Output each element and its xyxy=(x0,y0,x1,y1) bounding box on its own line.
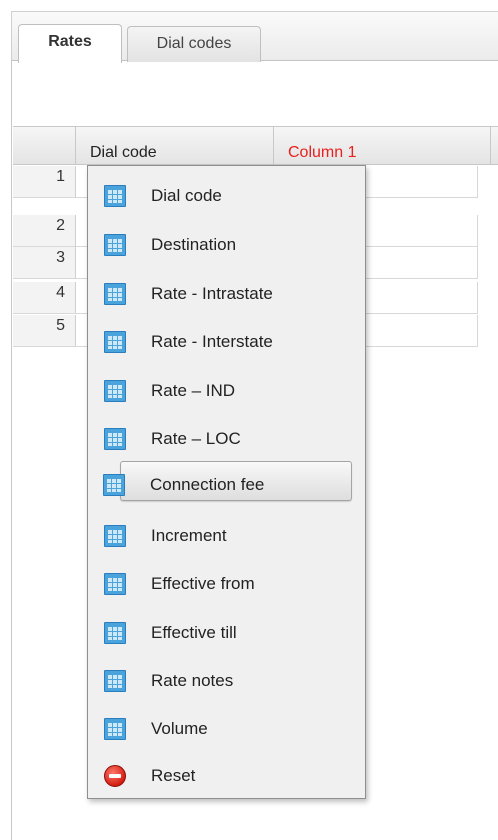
menu-item-label: Effective from xyxy=(151,574,255,593)
menu-item-effective-till[interactable]: Effective till xyxy=(90,610,363,650)
panel-border xyxy=(11,60,12,840)
menu-item-label: Dial code xyxy=(151,186,222,205)
tab-rates[interactable]: Rates xyxy=(18,24,122,63)
menu-item-label: Rate notes xyxy=(151,671,234,690)
table-icon xyxy=(104,718,126,740)
table-icon xyxy=(104,622,126,644)
menu-item-label: Rate - Interstate xyxy=(151,332,273,351)
table-icon xyxy=(103,474,125,496)
table-icon xyxy=(104,525,126,547)
row-number[interactable]: 1 xyxy=(13,166,76,198)
tab-dial-codes[interactable]: Dial codes xyxy=(127,26,261,62)
table-icon xyxy=(104,185,126,207)
table-icon xyxy=(104,331,126,353)
menu-item-label: Rate – LOC xyxy=(151,429,241,448)
table-icon xyxy=(104,428,126,450)
menu-item-rate-notes[interactable]: Rate notes xyxy=(90,658,363,698)
column-context-menu: Dial code Destination Rate - Intrastate … xyxy=(87,165,366,799)
tab-bar: Rates Dial codes xyxy=(11,11,498,63)
row-number[interactable]: 2 xyxy=(13,215,76,247)
table-icon xyxy=(104,670,126,692)
menu-item-connection-fee[interactable]: Connection fee xyxy=(103,461,352,501)
column-header-column-1[interactable]: Column 1 xyxy=(274,127,491,164)
grid-corner-cell xyxy=(13,127,76,164)
menu-item-rate-loc[interactable]: Rate – LOC xyxy=(90,416,363,456)
row-number[interactable]: 3 xyxy=(13,247,76,279)
menu-item-label: Increment xyxy=(151,526,227,545)
menu-item-reset[interactable]: Reset xyxy=(90,753,363,793)
grid-header: Dial code Column 1 xyxy=(13,126,498,165)
menu-item-rate-interstate[interactable]: Rate - Interstate xyxy=(90,319,363,359)
menu-item-label: Volume xyxy=(151,719,208,738)
menu-item-label: Rate - Intrastate xyxy=(151,284,273,303)
row-number[interactable]: 4 xyxy=(13,282,76,314)
table-icon xyxy=(104,234,126,256)
table-icon xyxy=(104,283,126,305)
column-header-dial-code[interactable]: Dial code xyxy=(76,127,274,164)
menu-item-dial-code[interactable]: Dial code xyxy=(90,173,363,213)
menu-item-label: Rate – IND xyxy=(151,381,236,400)
menu-item-volume[interactable]: Volume xyxy=(90,706,363,746)
table-icon xyxy=(104,573,126,595)
menu-item-increment[interactable]: Increment xyxy=(90,513,363,553)
menu-item-label: Effective till xyxy=(151,623,237,642)
reset-icon xyxy=(104,765,126,787)
table-icon xyxy=(104,380,126,402)
menu-item-label: Destination xyxy=(151,235,237,254)
menu-item-label: Connection fee xyxy=(150,475,265,494)
menu-item-rate-ind[interactable]: Rate – IND xyxy=(90,368,363,408)
menu-item-destination[interactable]: Destination xyxy=(90,222,363,262)
menu-item-effective-from[interactable]: Effective from xyxy=(90,561,363,601)
menu-item-rate-intrastate[interactable]: Rate - Intrastate xyxy=(90,271,363,311)
menu-item-label: Reset xyxy=(151,766,196,785)
row-number[interactable]: 5 xyxy=(13,315,76,347)
